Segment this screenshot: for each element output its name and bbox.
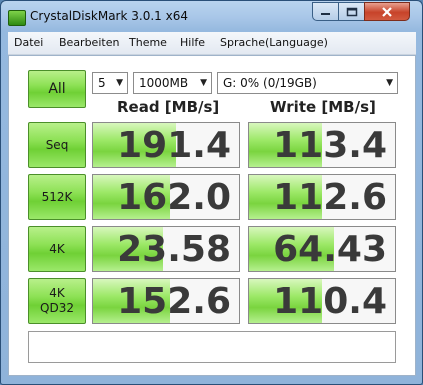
512k-read-cell: 162.0	[92, 174, 240, 220]
4k-qd32-read-cell: 152.6	[92, 278, 240, 324]
main-panel: All 5 ▼ 1000MB ▼ G: 0% (0/19GB) ▼ Read […	[8, 55, 416, 376]
menu-bar: Datei Bearbeiten Theme Hilfe Sprache(Lan…	[8, 32, 416, 55]
menu-bearbeiten[interactable]: Bearbeiten	[59, 36, 119, 49]
minimize-button[interactable]	[312, 2, 339, 21]
menu-theme[interactable]: Theme	[129, 36, 167, 49]
chevron-down-icon: ▼	[200, 78, 207, 88]
drive-value: G: 0% (0/19GB)	[223, 76, 317, 90]
close-icon	[382, 6, 392, 17]
4k-qd32-write-cell: 110.4	[248, 278, 396, 324]
drive-select[interactable]: G: 0% (0/19GB) ▼	[217, 72, 398, 94]
512k-read-value: 162.0	[117, 177, 231, 218]
seq-label: Seq	[45, 137, 69, 152]
512k-label: 512K	[41, 189, 73, 204]
close-button[interactable]	[364, 2, 410, 21]
4k-qd32-write-value: 110.4	[273, 281, 387, 322]
test-count-select[interactable]: 5 ▼	[92, 72, 128, 94]
maximize-icon	[346, 7, 357, 16]
run-4k-button[interactable]: 4K	[28, 226, 86, 272]
menu-datei[interactable]: Datei	[14, 36, 43, 49]
app-window: CrystalDiskMark 3.0.1 x64 Datei Bearbeit…	[0, 0, 423, 385]
title-bar[interactable]: CrystalDiskMark 3.0.1 x64	[1, 1, 422, 32]
menu-hilfe[interactable]: Hilfe	[180, 36, 205, 49]
maximize-button[interactable]	[338, 2, 365, 21]
4k-read-cell: 23.58	[92, 226, 240, 272]
4k-qd32-label-line1: 4K	[49, 286, 65, 300]
4k-read-value: 23.58	[117, 229, 231, 270]
read-column-header: Read [MB/s]	[117, 98, 220, 116]
comment-field[interactable]	[28, 331, 396, 363]
seq-write-cell: 113.4	[248, 122, 396, 168]
512k-write-value: 112.6	[273, 177, 387, 218]
test-count-value: 5	[98, 76, 106, 90]
menu-language[interactable]: Sprache(Language)	[220, 36, 328, 49]
test-size-value: 1000MB	[139, 76, 189, 90]
window-title: CrystalDiskMark 3.0.1 x64	[30, 9, 188, 23]
4k-qd32-read-value: 152.6	[117, 281, 231, 322]
4k-write-value: 64.43	[273, 229, 387, 270]
app-icon	[8, 10, 26, 26]
test-size-select[interactable]: 1000MB ▼	[133, 72, 212, 94]
write-column-header: Write [MB/s]	[270, 98, 376, 116]
seq-read-value: 191.4	[117, 125, 231, 166]
minimize-icon	[320, 12, 330, 15]
512k-write-cell: 112.6	[248, 174, 396, 220]
4k-label: 4K	[49, 241, 65, 256]
seq-write-value: 113.4	[273, 125, 387, 166]
run-512k-button[interactable]: 512K	[28, 174, 86, 220]
chevron-down-icon: ▼	[116, 78, 123, 88]
4k-qd32-label-line2: QD32	[40, 301, 74, 315]
run-all-button[interactable]: All	[28, 70, 86, 108]
chevron-down-icon: ▼	[386, 78, 393, 88]
4k-write-cell: 64.43	[248, 226, 396, 272]
seq-read-cell: 191.4	[92, 122, 240, 168]
run-seq-button[interactable]: Seq	[28, 122, 86, 168]
run-4k-qd32-button[interactable]: 4K QD32	[28, 278, 86, 324]
